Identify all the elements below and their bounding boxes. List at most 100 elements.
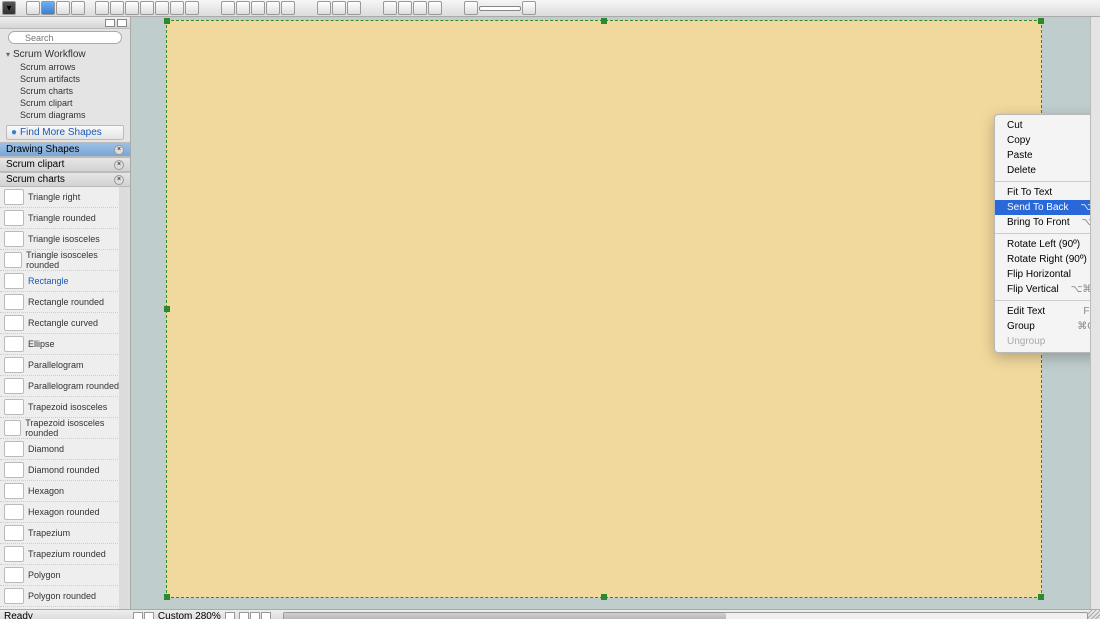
lib-close-icon[interactable]: × <box>114 160 124 170</box>
menu-item[interactable]: Paste <box>995 148 1100 163</box>
resize-handle-tl[interactable] <box>164 18 170 24</box>
tool-pointer-button[interactable]: ▾ <box>2 1 16 15</box>
tool-edit2-button[interactable] <box>332 1 346 15</box>
tool-edit1-button[interactable] <box>317 1 331 15</box>
tool-zoom-in-button[interactable] <box>383 1 397 15</box>
view-grid-icon[interactable] <box>105 19 115 27</box>
shape-row[interactable]: Hexagon <box>0 481 126 502</box>
shape-row[interactable]: Trapezium <box>0 523 126 544</box>
menu-item[interactable]: Flip Vertical⌥⌘J <box>995 282 1100 297</box>
shape-row[interactable]: Circle <box>0 607 126 609</box>
menu-item[interactable]: Copy <box>995 133 1100 148</box>
page-prev-button[interactable] <box>144 612 154 619</box>
tool-conn2-button[interactable] <box>110 1 124 15</box>
menu-item[interactable]: Group⌘G <box>995 319 1100 334</box>
shape-row[interactable]: Triangle isosceles rounded <box>0 250 126 271</box>
tree-item-clipart[interactable]: Scrum clipart <box>4 97 126 109</box>
shape-row[interactable]: Parallelogram rounded <box>0 376 126 397</box>
resize-handle-tm[interactable] <box>601 18 607 24</box>
menu-item[interactable]: Cut <box>995 118 1100 133</box>
tool-edit3-button[interactable] <box>347 1 361 15</box>
library-tree[interactable]: Scrum Workflow Scrum arrows Scrum artifa… <box>0 46 130 123</box>
resize-handle-ml[interactable] <box>164 306 170 312</box>
tool-display-button[interactable] <box>41 1 55 15</box>
lib-scrum-clipart[interactable]: Scrum clipart× <box>0 157 130 172</box>
shape-row[interactable]: Rectangle <box>0 271 126 292</box>
shape-row[interactable]: Parallelogram <box>0 355 126 376</box>
zoom-stepper[interactable] <box>225 612 235 619</box>
tool-line-button[interactable] <box>221 1 235 15</box>
menu-item[interactable]: Send To Back⌥⌘B <box>995 200 1100 215</box>
page-first-button[interactable] <box>133 612 143 619</box>
tool-bezier-button[interactable] <box>266 1 280 15</box>
shape-row[interactable]: Triangle isosceles <box>0 229 126 250</box>
tree-root[interactable]: Scrum Workflow <box>4 48 126 61</box>
shape-row[interactable]: Rectangle curved <box>0 313 126 334</box>
search-input[interactable] <box>8 31 122 44</box>
right-scrollbar[interactable] <box>1090 17 1100 609</box>
view3-button[interactable] <box>261 612 271 619</box>
resize-handle-tr[interactable] <box>1038 18 1044 24</box>
lib-scrum-charts[interactable]: Scrum charts× <box>0 172 130 187</box>
tool-zoom-out-button[interactable] <box>398 1 412 15</box>
tree-item-arrows[interactable]: Scrum arrows <box>4 61 126 73</box>
tool-conn4-button[interactable] <box>140 1 154 15</box>
tool-poly-button[interactable] <box>251 1 265 15</box>
shape-row[interactable]: Triangle rounded <box>0 208 126 229</box>
tool-conn1-button[interactable] <box>95 1 109 15</box>
zoom-slider[interactable] <box>479 6 521 11</box>
view1-button[interactable] <box>239 612 249 619</box>
view-search-icon[interactable] <box>117 19 127 27</box>
lib-drawing-shapes[interactable]: Drawing Shapes× <box>0 142 130 157</box>
shape-row[interactable]: Triangle right <box>0 187 126 208</box>
resize-handle-br[interactable] <box>1038 594 1044 600</box>
shape-thumb-icon <box>4 357 24 373</box>
menu-item[interactable]: Delete <box>995 163 1100 178</box>
view2-button[interactable] <box>250 612 260 619</box>
tool-curve-button[interactable] <box>236 1 250 15</box>
shape-row[interactable]: Trapezoid isosceles rounded <box>0 418 126 439</box>
menu-item[interactable]: Rotate Left (90º)⌘L <box>995 237 1100 252</box>
shape-row[interactable]: Rectangle rounded <box>0 292 126 313</box>
horizontal-scrollbar[interactable] <box>283 612 1088 619</box>
canvas[interactable]: CutCopyPasteDeleteFit To TextSend To Bac… <box>131 17 1090 609</box>
tool-print-button[interactable] <box>413 1 427 15</box>
sidebar-scrollbar[interactable] <box>119 187 126 609</box>
find-more-shapes-button[interactable]: ● Find More Shapes <box>6 125 124 140</box>
tool-panel-button[interactable] <box>71 1 85 15</box>
tool-conn6-button[interactable] <box>170 1 184 15</box>
menu-item[interactable]: Edit TextF2 <box>995 304 1100 319</box>
shape-row[interactable]: Diamond rounded <box>0 460 126 481</box>
shape-row[interactable]: Trapezoid isosceles <box>0 397 126 418</box>
tool-conn7-button[interactable] <box>185 1 199 15</box>
zoom-out-button[interactable] <box>464 1 478 15</box>
menu-item[interactable]: Flip Horizontal <box>995 267 1100 282</box>
tool-conn3-button[interactable] <box>125 1 139 15</box>
shape-row[interactable]: Ellipse <box>0 334 126 355</box>
menu-item[interactable]: Rotate Right (90º)⌘R <box>995 252 1100 267</box>
selected-rectangle-shape[interactable] <box>166 20 1042 598</box>
tool-table-button[interactable] <box>56 1 70 15</box>
shape-row[interactable]: Polygon <box>0 565 126 586</box>
resize-handle-bm[interactable] <box>601 594 607 600</box>
lib-close-icon[interactable]: × <box>114 175 124 185</box>
shape-row[interactable]: Diamond <box>0 439 126 460</box>
shape-row[interactable]: Hexagon rounded <box>0 502 126 523</box>
tree-item-charts[interactable]: Scrum charts <box>4 85 126 97</box>
shape-row[interactable]: Trapezium rounded <box>0 544 126 565</box>
tool-text-button[interactable] <box>281 1 295 15</box>
lib-close-icon[interactable]: × <box>114 145 124 155</box>
menu-item[interactable]: Fit To Text <box>995 185 1100 200</box>
tree-item-artifacts[interactable]: Scrum artifacts <box>4 73 126 85</box>
menu-item[interactable]: Bring To Front⌥⌘F <box>995 215 1100 230</box>
window-resize-grip[interactable] <box>1088 609 1100 619</box>
tool-conn5-button[interactable] <box>155 1 169 15</box>
tool-paint-button[interactable] <box>428 1 442 15</box>
sidebar-view-toggle <box>0 17 130 29</box>
shape-row[interactable]: Polygon rounded <box>0 586 126 607</box>
tool-screen-button[interactable] <box>26 1 40 15</box>
tree-item-diagrams[interactable]: Scrum diagrams <box>4 109 126 121</box>
page-nav[interactable] <box>133 612 154 619</box>
resize-handle-bl[interactable] <box>164 594 170 600</box>
zoom-in-button[interactable] <box>522 1 536 15</box>
